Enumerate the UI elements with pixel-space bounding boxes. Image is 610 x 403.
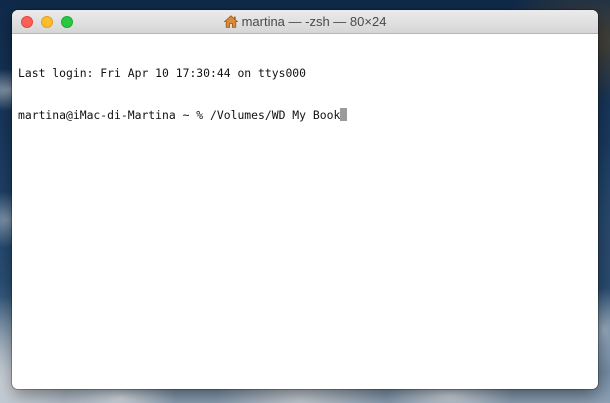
text-cursor bbox=[340, 108, 348, 121]
window-titlebar[interactable]: martina — -zsh — 80×24 bbox=[12, 10, 598, 34]
terminal-window[interactable]: martina — -zsh — 80×24 Last login: Fri A… bbox=[12, 10, 598, 389]
terminal-line-last-login: Last login: Fri Apr 10 17:30:44 on ttys0… bbox=[18, 66, 307, 80]
terminal-output[interactable]: Last login: Fri Apr 10 17:30:44 on ttys0… bbox=[18, 38, 592, 385]
home-icon bbox=[223, 15, 238, 28]
terminal-line-prompt: martina@iMac-di-Martina ~ % /Volumes/WD … bbox=[18, 108, 592, 122]
window-title: martina — -zsh — 80×24 bbox=[12, 10, 598, 33]
window-title-text: martina — -zsh — 80×24 bbox=[241, 14, 387, 29]
prompt-command-text: martina@iMac-di-Martina ~ % /Volumes/WD … bbox=[18, 108, 341, 122]
